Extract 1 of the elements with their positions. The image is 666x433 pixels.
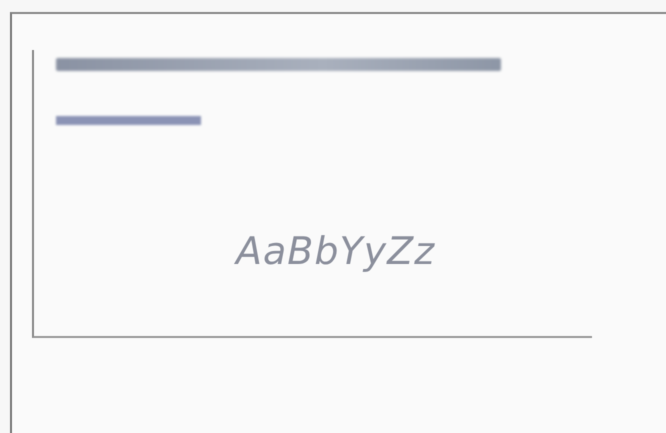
font-sample-text: AaBbYyZz — [236, 229, 436, 273]
